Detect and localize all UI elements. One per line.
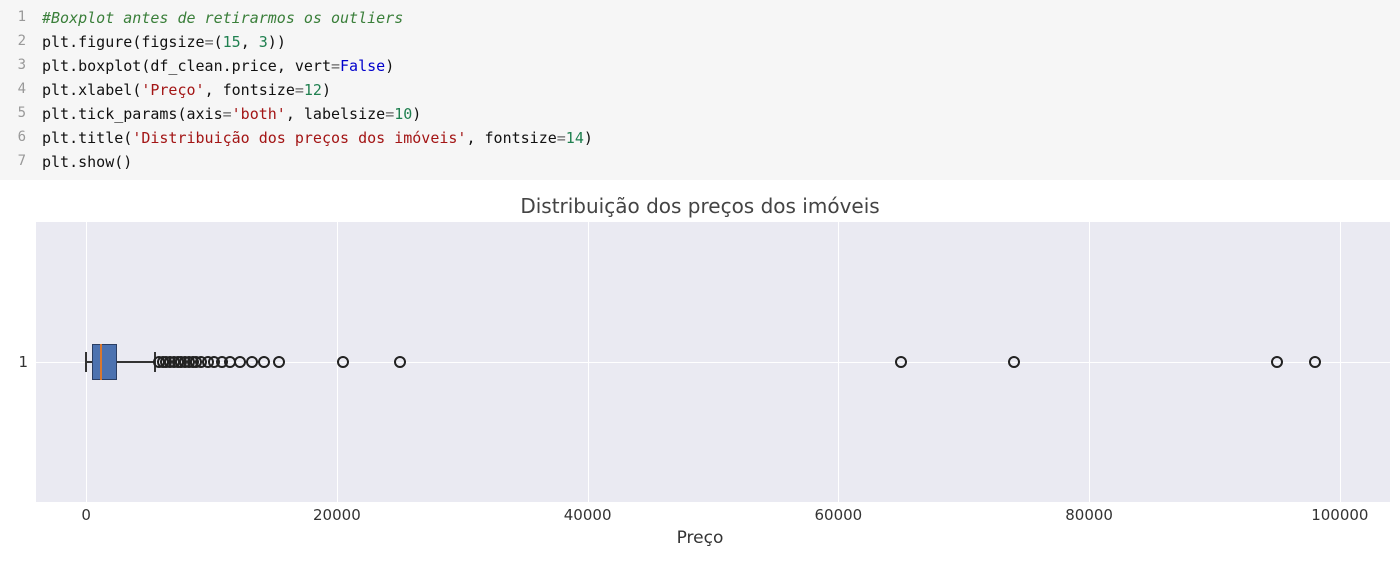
line-number: 1: [0, 6, 42, 30]
x-axis-label: Preço: [10, 528, 1390, 548]
boxplot-outlier: [273, 356, 285, 368]
line-number: 5: [0, 102, 42, 126]
boxplot-outlier: [234, 356, 246, 368]
boxplot-outlier: [246, 356, 258, 368]
code-text: plt.boxplot(df_clean.price, vert=False): [42, 54, 394, 78]
code-text: plt.title('Distribuição dos preços dos i…: [42, 126, 593, 150]
code-text: #Boxplot antes de retirarmos os outliers: [42, 6, 403, 30]
code-line: 2plt.figure(figsize=(15, 3)): [0, 30, 1400, 54]
code-cell: 1#Boxplot antes de retirarmos os outlier…: [0, 0, 1400, 180]
line-number: 4: [0, 78, 42, 102]
x-tick-label: 0: [81, 506, 91, 524]
code-line: 4plt.xlabel('Preço', fontsize=12): [0, 78, 1400, 102]
chart-title: Distribuição dos preços dos imóveis: [10, 194, 1390, 218]
code-line: 5plt.tick_params(axis='both', labelsize=…: [0, 102, 1400, 126]
code-line: 7plt.show(): [0, 150, 1400, 174]
boxplot-outlier: [1309, 356, 1321, 368]
plot-area: [36, 222, 1390, 502]
chart-output: Distribuição dos preços dos imóveis 1 0 2…: [0, 180, 1400, 548]
boxplot-whisker-cap: [85, 352, 87, 372]
x-axis: 0 20000 40000 60000 80000 100000: [36, 502, 1390, 524]
boxplot-median: [100, 344, 102, 380]
line-number: 7: [0, 150, 42, 174]
x-tick-label: 40000: [564, 506, 612, 524]
code-line: 3plt.boxplot(df_clean.price, vert=False): [0, 54, 1400, 78]
code-text: plt.show(): [42, 150, 132, 174]
code-line: 6plt.title('Distribuição dos preços dos …: [0, 126, 1400, 150]
line-number: 2: [0, 30, 42, 54]
line-number: 6: [0, 126, 42, 150]
code-text: plt.xlabel('Preço', fontsize=12): [42, 78, 331, 102]
boxplot-outlier: [1271, 356, 1283, 368]
line-number: 3: [0, 54, 42, 78]
boxplot-outlier: [394, 356, 406, 368]
code-text: plt.figure(figsize=(15, 3)): [42, 30, 286, 54]
x-tick-label: 100000: [1311, 506, 1368, 524]
boxplot-box: [92, 344, 117, 380]
x-tick-label: 20000: [313, 506, 361, 524]
code-line: 1#Boxplot antes de retirarmos os outlier…: [0, 6, 1400, 30]
boxplot-outlier: [258, 356, 270, 368]
boxplot-outlier: [1008, 356, 1020, 368]
boxplot-outlier: [337, 356, 349, 368]
x-tick-label: 60000: [815, 506, 863, 524]
code-text: plt.tick_params(axis='both', labelsize=1…: [42, 102, 421, 126]
y-tick-label: 1: [10, 353, 36, 371]
x-tick-label: 80000: [1065, 506, 1113, 524]
boxplot-outlier: [895, 356, 907, 368]
